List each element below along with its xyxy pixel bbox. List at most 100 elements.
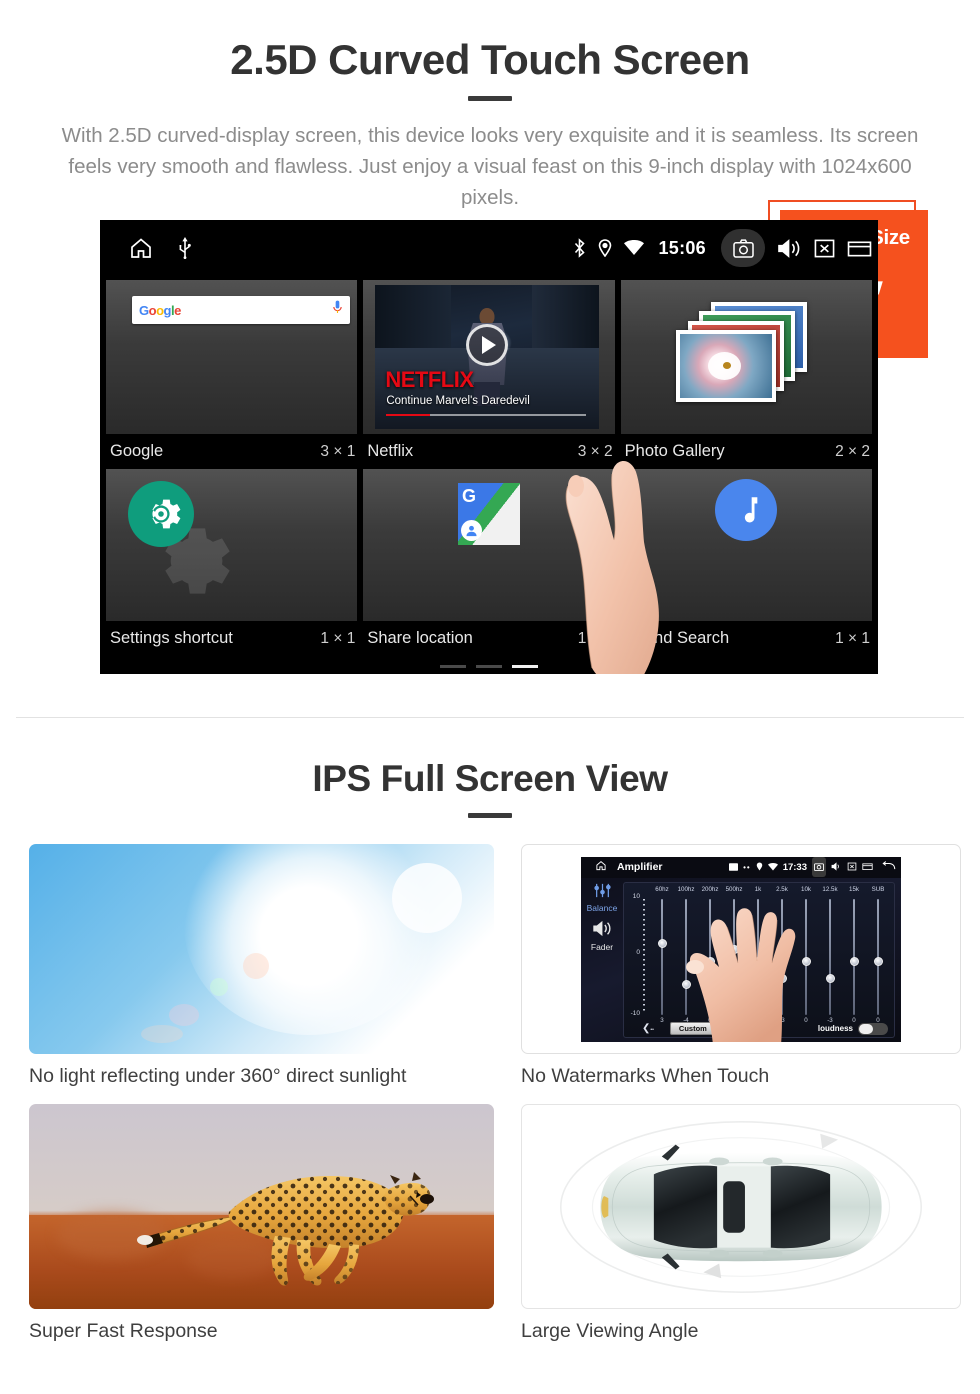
tile-no-watermarks: Amplifier •• 17:33 Balance Fader 60hz 10… (521, 844, 961, 1088)
tile-sunlight: No light reflecting under 360° direct su… (29, 844, 494, 1088)
running-cheetah-photo (29, 1104, 494, 1309)
gallery-icon[interactable] (729, 858, 739, 876)
music-note-icon (715, 479, 778, 541)
widget-share-location[interactable]: G Share location 1 × 1 (363, 469, 615, 654)
widget-name: Photo Gallery (624, 442, 725, 460)
eq-band-label: 1k (754, 885, 762, 893)
widget-row-2: Settings shortcut 1 × 1 G Share location… (106, 469, 872, 654)
widget-size: 2 × 2 (835, 442, 870, 460)
eq-band-label: 60hz (655, 885, 669, 893)
play-icon[interactable] (466, 324, 509, 367)
wifi-icon[interactable] (624, 240, 645, 256)
section-divider (16, 717, 964, 718)
widget-row-1: Google Google 3 × 1 NETFLIX Continue Mar… (106, 280, 872, 467)
recents-icon[interactable] (847, 238, 872, 259)
tile-caption: No light reflecting under 360° direct su… (29, 1065, 407, 1087)
sidebar-item-fader[interactable]: Fader (581, 942, 623, 952)
close-box-icon[interactable] (847, 858, 857, 876)
more-icon[interactable]: •• (743, 863, 751, 872)
widget-google[interactable]: Google Google 3 × 1 (106, 280, 358, 467)
home-icon[interactable] (128, 236, 154, 260)
widget-label-row: Settings shortcut 1 × 1 (106, 621, 358, 654)
sliders-icon[interactable] (581, 883, 623, 903)
widget-name: Settings shortcut (110, 629, 233, 647)
recents-icon[interactable] (862, 858, 873, 876)
widget-name: Google (110, 442, 164, 460)
eq-band-label: SUB (871, 885, 885, 893)
scale-tick: 10 (632, 892, 640, 900)
widget-sound-search[interactable]: Sound Search 1 × 1 (620, 469, 872, 654)
sidebar-item-balance[interactable]: Balance (581, 903, 623, 913)
widget-settings-shortcut[interactable]: Settings shortcut 1 × 1 (106, 469, 358, 654)
netflix-preview: NETFLIX Continue Marvel's Daredevil (375, 285, 600, 429)
back-arrow-icon[interactable] (882, 858, 896, 876)
loudness-toggle[interactable] (858, 1022, 888, 1035)
eq-band-label: 15k (849, 885, 859, 893)
widget-label-row: Share location 1 × 1 (363, 621, 615, 654)
microphone-icon[interactable] (332, 300, 343, 320)
amplifier-status-bar: Amplifier •• 17:33 (581, 856, 901, 878)
volume-icon[interactable] (777, 238, 802, 259)
status-bar-clock: 15:06 (658, 237, 706, 258)
widget-label-row: Photo Gallery 2 × 2 (620, 434, 872, 467)
eq-slider (650, 898, 674, 1015)
camera-icon[interactable] (812, 857, 826, 877)
google-logo: Google (139, 302, 181, 318)
camera-icon[interactable] (721, 229, 765, 267)
back-arrow-icon[interactable]: ❮•• (642, 1023, 654, 1034)
section2-underline (468, 813, 512, 818)
product-feature-page: 2.5D Curved Touch Screen With 2.5D curve… (0, 0, 980, 1394)
equalizer-frequency-labels: 60hz 100hz 200hz 500hz 1k 2.5k 10k 12.5k… (650, 886, 890, 893)
page-dot-2[interactable] (476, 665, 502, 668)
widget-label-row: Google 3 × 1 (106, 434, 358, 467)
eq-band-label: 12.5k (822, 885, 838, 893)
scale-tick: 0 (636, 948, 640, 956)
page-indicator[interactable] (440, 665, 538, 668)
android-head-unit-screenshot: 15:06 Google Google 3 × 1 NETFLIX Contin… (100, 220, 878, 674)
widget-size: 1 × 1 (320, 629, 356, 647)
section2-title: IPS Full Screen View (312, 758, 668, 799)
widget-label-row: Sound Search 1 × 1 (620, 621, 872, 654)
google-search-bar[interactable]: Google (132, 296, 350, 324)
widget-name: Share location (367, 629, 473, 647)
gear-icon (128, 481, 194, 547)
page-dot-1[interactable] (440, 665, 466, 668)
tile-viewing-angle: Large Viewing Angle (521, 1104, 961, 1343)
volume-icon[interactable] (831, 858, 842, 876)
page-title: 2.5D Curved Touch Screen (230, 36, 750, 83)
widget-label-row: Netflix 3 × 2 (363, 434, 615, 467)
wifi-icon[interactable] (767, 858, 778, 876)
speaker-icon[interactable] (581, 920, 623, 942)
amplifier-ui: Amplifier •• 17:33 Balance Fader 60hz 10… (581, 856, 901, 1042)
sunlight-sky-photo (29, 844, 494, 1054)
eq-band-label: 200hz (701, 885, 719, 893)
widget-size: 1 × 1 (835, 629, 870, 647)
location-icon[interactable] (598, 239, 612, 257)
equalizer-scale: 10 0 -10 (626, 893, 650, 1017)
loudness-control[interactable]: loudness (818, 1022, 888, 1035)
home-icon[interactable] (595, 858, 607, 876)
open-hand-illustration (686, 907, 796, 1042)
tile-caption: No Watermarks When Touch (521, 1065, 770, 1087)
widget-netflix[interactable]: NETFLIX Continue Marvel's Daredevil Netf… (363, 280, 615, 467)
tile-caption: Large Viewing Angle (521, 1320, 699, 1342)
google-maps-icon: G (457, 483, 520, 545)
widget-size: 1 × 1 (577, 629, 613, 647)
title-underline (468, 96, 512, 101)
eq-band-label: 2.5k (776, 885, 788, 893)
close-box-icon[interactable] (814, 238, 835, 259)
tile-fast-response: Super Fast Response (29, 1104, 494, 1343)
netflix-logo: NETFLIX (385, 367, 474, 392)
amplifier-sidebar: Balance Fader (581, 878, 623, 1042)
widget-photo-gallery[interactable]: Photo Gallery 2 × 2 (620, 280, 872, 467)
android-status-bar: 15:06 (100, 220, 878, 276)
usb-icon[interactable] (178, 237, 192, 259)
location-icon[interactable] (756, 858, 763, 876)
netflix-progress-bar (386, 413, 587, 416)
tile-caption: Super Fast Response (29, 1320, 218, 1342)
eq-slider (866, 898, 890, 1015)
eq-band-label: 500hz (725, 885, 743, 893)
page-dot-3[interactable] (512, 665, 538, 668)
bluetooth-icon[interactable] (573, 238, 586, 258)
widget-name: Sound Search (624, 629, 730, 647)
